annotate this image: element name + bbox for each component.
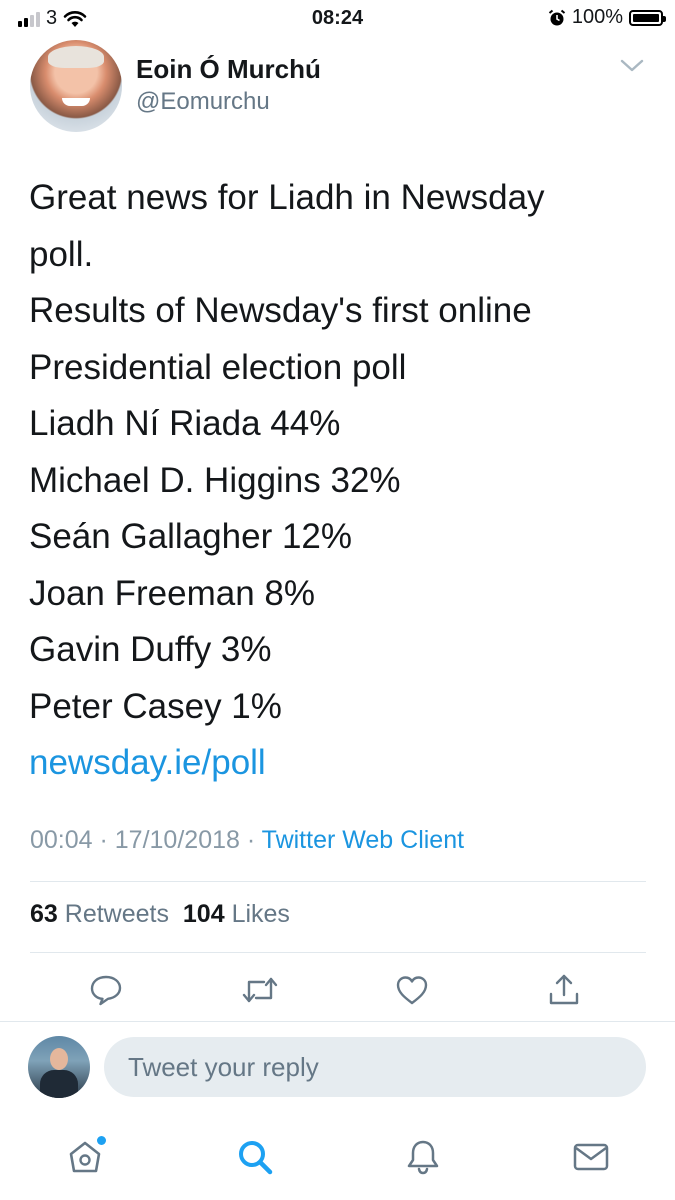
tab-messages[interactable] xyxy=(568,1134,614,1180)
reply-button[interactable] xyxy=(84,968,128,1012)
author-handle[interactable]: @Eomurchu xyxy=(136,88,270,116)
divider xyxy=(30,952,646,953)
reply-input[interactable]: Tweet your reply xyxy=(104,1037,646,1097)
divider xyxy=(30,881,646,882)
tweet-line: Results of Newsday's first online xyxy=(29,291,532,330)
tab-bar xyxy=(0,1120,675,1200)
like-button[interactable] xyxy=(390,968,434,1012)
tab-search[interactable] xyxy=(232,1134,278,1180)
tweet-line: Gavin Duffy 3% xyxy=(29,630,272,669)
chevron-down-icon[interactable] xyxy=(619,58,645,74)
tweet-stats: 63 Retweets 104 Likes xyxy=(30,900,290,929)
tweet-link[interactable]: newsday.ie/poll xyxy=(29,735,649,792)
share-icon xyxy=(549,974,579,1005)
mail-icon xyxy=(573,1143,609,1171)
status-bar: 3 08:24 100% xyxy=(0,0,675,36)
tab-home[interactable] xyxy=(62,1134,108,1180)
battery-icon xyxy=(629,9,666,26)
tweet-line: Seán Gallagher 12% xyxy=(29,517,352,556)
notification-dot xyxy=(97,1136,106,1145)
tab-notifications[interactable] xyxy=(400,1134,446,1180)
likes-count[interactable]: 104 xyxy=(183,900,225,928)
divider xyxy=(0,1021,675,1022)
likes-label[interactable]: Likes xyxy=(232,900,290,928)
alarm-icon xyxy=(548,9,565,25)
retweet-icon xyxy=(242,977,278,1003)
tweet-line: Joan Freeman 8% xyxy=(29,573,315,613)
bell-icon xyxy=(407,1140,439,1175)
client-link[interactable]: Twitter Web Client xyxy=(262,826,464,854)
author-avatar[interactable] xyxy=(30,40,122,132)
tweet-line: Great news for Liadh in Newsday xyxy=(29,178,545,217)
user-avatar[interactable] xyxy=(28,1036,90,1098)
reply-placeholder: Tweet your reply xyxy=(128,1051,319,1082)
tweet-line: Peter Casey 1% xyxy=(29,686,282,726)
tweet-line: poll. xyxy=(29,234,94,274)
tweet-line: Michael D. Higgins 32% xyxy=(29,460,401,500)
retweet-button[interactable] xyxy=(238,968,282,1012)
retweets-label[interactable]: Retweets xyxy=(65,900,169,928)
status-right: 100% xyxy=(548,6,666,29)
retweets-count[interactable]: 63 xyxy=(30,900,58,928)
tweet-line: Liadh Ní Riada 44% xyxy=(29,404,341,443)
action-bar xyxy=(0,968,675,1018)
heart-icon xyxy=(396,976,428,1005)
battery-percent: 100% xyxy=(571,6,623,28)
tweet-timestamp: 00:04 · 17/10/2018 · xyxy=(30,826,262,854)
search-icon xyxy=(239,1141,273,1175)
reply-icon xyxy=(90,975,122,1006)
tweet-text: Great news for Liadh in Newsday poll. Re… xyxy=(29,170,649,792)
tweet-line: Presidential election poll xyxy=(29,347,407,387)
share-button[interactable] xyxy=(542,968,586,1012)
tweet-meta: 00:04 · 17/10/2018 · Twitter Web Client xyxy=(30,826,464,855)
author-name[interactable]: Eoin Ó Murchú xyxy=(136,54,321,85)
